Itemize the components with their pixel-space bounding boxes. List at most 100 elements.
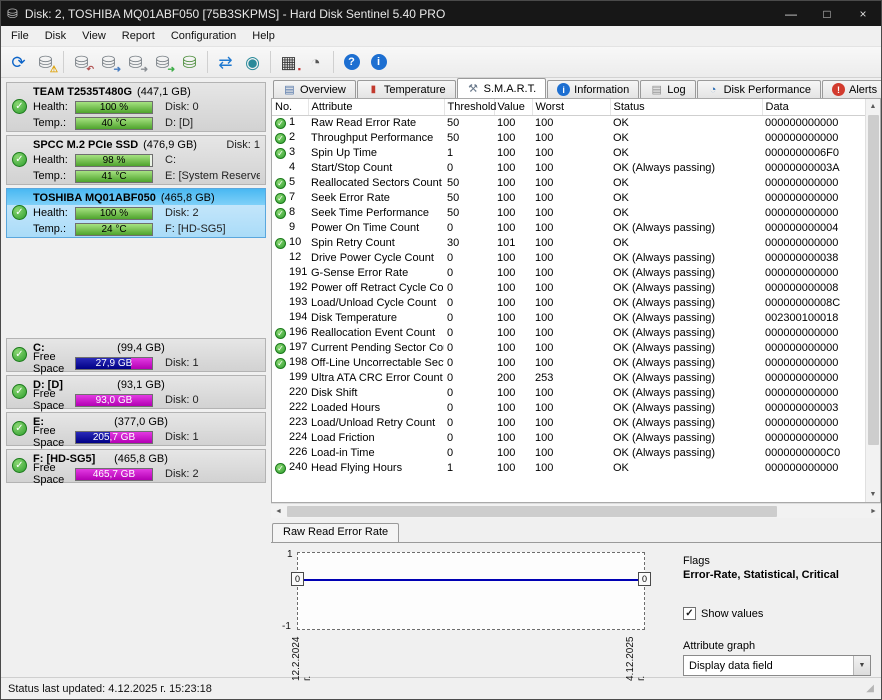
resize-grip-icon[interactable]: ◢ — [866, 683, 874, 694]
info-button[interactable]: i — [365, 49, 392, 75]
smart-row[interactable]: 194 Disk Temperature 0 100 100 OK (Always pas… — [272, 310, 865, 325]
vertical-scrollbar[interactable] — [865, 99, 880, 502]
column-header-worst[interactable]: Worst — [532, 99, 611, 116]
disk-backup-button[interactable]: ⛁ — [176, 49, 203, 75]
smart-row[interactable]: 199 Ultra ATA CRC Error Count 0 200 253 OK (A… — [272, 370, 865, 385]
tab-s-m-a-r-t[interactable]: S.M.A.R.T. — [456, 78, 547, 98]
horizontal-scrollbar[interactable] — [271, 503, 881, 518]
smart-row[interactable]: 7 Seek Error Rate 50 100 100 OK 000000000000 — [272, 190, 865, 205]
attribute-threshold: 0 — [447, 356, 454, 369]
combo-dropdown-icon[interactable] — [853, 656, 870, 675]
smart-row[interactable]: 192 Power off Retract Cycle Count 0 100 100 O… — [272, 280, 865, 295]
column-header-threshold[interactable]: Threshold — [444, 99, 496, 116]
smart-row[interactable]: 2 Throughput Performance 50 100 100 OK 0000000… — [272, 130, 865, 145]
attribute-graph-select[interactable]: Display data field — [683, 655, 871, 676]
column-header-attribute[interactable]: Attribute — [308, 99, 445, 116]
smart-row[interactable]: 9 Power On Time Count 0 100 100 OK (Always pa… — [272, 220, 865, 235]
attribute-worst: 100 — [535, 191, 554, 204]
column-header-status[interactable]: Status — [610, 99, 763, 116]
attribute-data: 000000000000 — [765, 191, 839, 204]
tab-information[interactable]: Information — [547, 80, 640, 98]
menu-help[interactable]: Help — [244, 28, 283, 44]
scroll-up-icon[interactable] — [866, 99, 881, 114]
health-label: Health: — [33, 154, 68, 166]
menu-report[interactable]: Report — [114, 28, 163, 44]
vertical-scroll-thumb[interactable] — [867, 115, 879, 445]
smart-row[interactable]: 224 Load Friction 0 100 100 OK (Always passin… — [272, 430, 865, 445]
attribute-status: OK — [613, 131, 629, 144]
smart-row[interactable]: 197Current Pending Sector Count0 100 100 OK… — [272, 340, 865, 355]
network-status-button[interactable]: ◉ — [239, 49, 266, 75]
tab-temperature[interactable]: Temperature — [356, 80, 456, 98]
tab-alerts[interactable]: Alerts — [821, 80, 881, 98]
menu-configuration[interactable]: Configuration — [163, 28, 244, 44]
tab-log[interactable]: Log — [640, 80, 696, 98]
smart-row[interactable]: 5 Reallocated Sectors Count 50 100 100 OK 0000… — [272, 175, 865, 190]
minimize-button[interactable]: — — [773, 1, 809, 26]
attribute-data: 00000000003A — [765, 161, 840, 174]
attribute-value: 100 — [497, 176, 516, 189]
smart-row[interactable]: 8 Seek Time Performance 50 100 100 OK 00000000… — [272, 205, 865, 220]
help-button[interactable]: ? — [338, 49, 365, 75]
smart-row[interactable]: 4 Start/Stop Count 0 100 100 OK (Always passi… — [272, 160, 865, 175]
disk-card[interactable]: SPCC M.2 PCIe SSD(476,9 GB)Disk: 1Health… — [6, 135, 266, 185]
tab-disk-performance[interactable]: Disk Performance — [696, 80, 821, 98]
disk-test-write-button[interactable]: ⛁ ➜ — [122, 49, 149, 75]
column-header-no[interactable]: No. — [272, 99, 309, 116]
partition-disk-label: Disk: 1 — [165, 431, 199, 443]
smart-row[interactable]: 196Reallocation Event Count 0 100 100 OK (Al… — [272, 325, 865, 340]
attribute-number-cell: 9 — [272, 220, 308, 235]
smart-row[interactable]: 240Head Flying Hours 1 100 100 OK 00000000000… — [272, 460, 865, 475]
smart-row[interactable]: 220 Disk Shift 0 100 100 OK (Always passing) 0… — [272, 385, 865, 400]
attribute-number: 191 — [289, 266, 308, 278]
sync-button[interactable]: ⇄ — [212, 49, 239, 75]
partition-card[interactable]: E:(377,0 GB)Free Space205,7 GBDisk: 1 — [6, 412, 266, 449]
disk-test-read-button[interactable]: ⛁ ➜ — [95, 49, 122, 75]
show-values-row[interactable]: Show values — [683, 607, 875, 620]
partition-card[interactable]: C:(99,4 GB)Free Space27,9 GBDisk: 1 — [6, 338, 266, 375]
smart-row[interactable]: 1 Raw Read Error Rate 50 100 100 OK 0000000000… — [272, 115, 865, 130]
smart-row[interactable]: 12 Drive Power Cycle Count 0 100 100 OK (Alwa… — [272, 250, 865, 265]
smart-row[interactable]: 193 Load/Unload Cycle Count 0 100 100 OK (Alw… — [272, 295, 865, 310]
scroll-down-icon[interactable] — [866, 487, 881, 502]
attribute-value: 100 — [497, 161, 516, 174]
menu-view[interactable]: View — [74, 28, 114, 44]
levels-button[interactable]: ▦ ▪ — [275, 49, 302, 75]
attribute-name: Reallocated Sectors Count — [311, 176, 442, 189]
disk-warning-button[interactable]: ⛁ ⚠ — [32, 49, 59, 75]
smart-row[interactable]: 222 Loaded Hours 0 100 100 OK (Always passing… — [272, 400, 865, 415]
gauge-button[interactable]: ◔ — [302, 49, 329, 75]
smart-row[interactable]: 3 Spin Up Time 1 100 100 OK 0000000006F0 — [272, 145, 865, 160]
attribute-status: OK — [613, 461, 629, 474]
refresh-status-button[interactable]: ⟳ — [5, 49, 32, 75]
smart-row[interactable]: 223 Load/Unload Retry Count 0 100 100 OK (Alw… — [272, 415, 865, 430]
disk-test-seek-button[interactable]: ⛁ ➜ — [149, 49, 176, 75]
show-values-checkbox[interactable] — [683, 607, 696, 620]
menu-file[interactable]: File — [3, 28, 37, 44]
smart-row[interactable]: 226 Load-in Time 0 100 100 OK (Always passing… — [272, 445, 865, 460]
menu-disk[interactable]: Disk — [37, 28, 74, 44]
disk-card[interactable]: TEAM T2535T480G (447,1 GB) Health: 100 % Dis… — [6, 82, 266, 132]
partition-card[interactable]: D: [D](93,1 GB)Free Space93,0 GBDisk: 0 — [6, 375, 266, 412]
close-button[interactable]: × — [845, 1, 881, 26]
scroll-right-icon[interactable] — [866, 504, 881, 519]
tab-overview[interactable]: Overview — [273, 80, 356, 98]
disk-card[interactable]: TOSHIBA MQ01ABF050 (465,8 GB) Health: 100 %… — [6, 188, 266, 238]
partition-card[interactable]: F: [HD-SG5](465,8 GB)Free Space465,7 GBD… — [6, 449, 266, 486]
attribute-tab[interactable]: Raw Read Error Rate — [272, 523, 400, 542]
column-header-value[interactable]: Value — [494, 99, 533, 116]
scroll-left-icon[interactable] — [271, 504, 286, 519]
attribute-name: Loaded Hours — [311, 401, 381, 414]
free-space-bar: 93,0 GB — [75, 393, 153, 407]
attribute-number-cell: 8 — [272, 205, 308, 220]
attribute-threshold: 0 — [447, 446, 454, 459]
disk-remove-button[interactable]: ⛁ ↶ — [68, 49, 95, 75]
column-header-data[interactable]: Data — [762, 99, 865, 116]
attribute-name: Spin Retry Count — [311, 236, 395, 249]
maximize-button[interactable]: □ — [809, 1, 845, 26]
horizontal-scroll-thumb[interactable] — [287, 505, 777, 517]
attribute-status: OK (Always passing) — [613, 371, 716, 384]
smart-row[interactable]: 10 Spin Retry Count 30 101 100 OK 000000000000 — [272, 235, 865, 250]
smart-row[interactable]: 198Off-Line Uncorrectable Sector Co...0 1… — [272, 355, 865, 370]
smart-row[interactable]: 191 G-Sense Error Rate 0 100 100 OK (Always p… — [272, 265, 865, 280]
